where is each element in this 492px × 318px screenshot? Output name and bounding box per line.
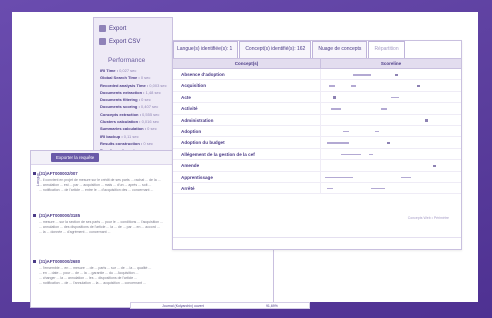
bullet-icon [33, 214, 36, 217]
concepts-tabs: Langue(s) identifiée(s): 1 Concept(s) id… [173, 41, 461, 58]
concept-name[interactable]: Absence d'adoption [173, 69, 321, 80]
stat-row: Concepts extraction : 0,555 sec [100, 111, 160, 117]
table-row[interactable]: Apprentissage [173, 171, 461, 183]
table-row[interactable]: Administration [173, 114, 461, 126]
concepts-footnote[interactable]: Concepts Web • Périmètre [408, 216, 449, 220]
export-label: Export [109, 25, 127, 32]
score-line [321, 137, 461, 147]
tab-distribution[interactable]: Répartition [368, 41, 405, 58]
concept-name[interactable]: Allégement de la gestion de la cef [173, 148, 321, 160]
export-query-button[interactable]: Exporter la requête [51, 153, 100, 162]
export-csv-link[interactable]: Export CSV [94, 35, 172, 48]
table-row[interactable]: Adoption [173, 125, 461, 138]
stat-row: Global Search Time : 0 sec [100, 75, 151, 81]
table-row[interactable]: Acte [173, 91, 461, 104]
concepts-panel: Langue(s) identifiée(s): 1 Concept(s) id… [172, 40, 462, 250]
concept-name[interactable]: Apprentissage [173, 171, 321, 182]
concept-name[interactable]: Amende [173, 160, 321, 171]
concepts-table-header: Concept(s) Scoreline [173, 58, 461, 69]
score-line [321, 183, 461, 193]
score-line [321, 160, 461, 170]
stat-row: Documents scoring : 0,407 sec [100, 104, 159, 110]
document-snippet-line: ... notification ... de ... l'annulation… [39, 281, 146, 285]
concept-name[interactable]: Acte [173, 91, 321, 103]
export-link[interactable]: Export [94, 22, 172, 35]
concept-name[interactable]: Adoption [173, 125, 321, 137]
score-line [321, 115, 461, 125]
stat-row: IRI Time : 0,027 sec [100, 68, 137, 73]
score-line [321, 92, 461, 102]
concept-name[interactable]: Adoption du budget [173, 137, 321, 148]
stat-row: Clusters calculation : 0,016 sec [100, 119, 159, 125]
export-icon [99, 25, 106, 32]
stat-row: Results construction : 0 sec [100, 140, 153, 146]
csv-icon [99, 38, 106, 45]
table-row[interactable]: Adoption du budget [173, 137, 461, 149]
status-left: Journal (Kolyarchiv) ouvert [162, 303, 204, 308]
export-csv-label: Export CSV [109, 38, 141, 45]
tab-languages[interactable]: Langue(s) identifiée(s): 1 [173, 41, 239, 58]
result-document[interactable]: (31)AFT000000/2680 ... l'ensemble ... en… [33, 259, 265, 286]
concept-name[interactable]: Activité [173, 103, 321, 114]
screenshot-frame: Export Export CSV Performance IRI Time :… [0, 0, 492, 318]
table-row[interactable]: Absence d'adoption [173, 69, 461, 81]
stat-row: Recorded analysis Time : 0,003 sec [100, 82, 167, 88]
concepts-pager [173, 237, 461, 249]
table-row[interactable]: Acquisition [173, 80, 461, 92]
concept-name[interactable]: Acquisition [173, 80, 321, 91]
concept-name[interactable]: Arrêté [173, 182, 321, 194]
bullet-icon [33, 260, 36, 263]
score-line [321, 172, 461, 182]
status-right: 91,69% [265, 303, 278, 308]
bullet-icon [33, 172, 36, 175]
status-strip: Journal (Kolyarchiv) ouvert 91,69% [130, 302, 310, 309]
stat-row: Documents extraction : 1,48 sec [100, 89, 161, 95]
tab-concepts[interactable]: Concept(s) identifié(s): 162 [239, 41, 312, 58]
stat-row: IRI backup : 0,11 sec [100, 133, 139, 139]
score-line [321, 69, 461, 79]
score-line [321, 149, 461, 159]
stat-row: Documents filtering : 0 sec [100, 97, 151, 103]
table-row[interactable]: Arrêté [173, 182, 461, 195]
stat-row: Summaries calculation : 0 sec [100, 126, 157, 132]
column-header-concept[interactable]: Concept(s) [173, 59, 321, 68]
tab-concept-cloud[interactable]: Nuage de concepts [312, 41, 368, 58]
performance-title: Performance [108, 57, 146, 64]
concept-name[interactable]: Administration [173, 114, 321, 125]
table-row[interactable]: Allégement de la gestion de la cef [173, 148, 461, 161]
table-row[interactable]: Amende [173, 160, 461, 172]
table-row[interactable]: Activité [173, 103, 461, 115]
concepts-table-body: Absence d'adoption Acquisition Acte Acti… [173, 69, 461, 195]
column-header-score[interactable]: Scoreline [321, 59, 461, 68]
score-line [321, 103, 461, 113]
score-line [321, 80, 461, 90]
score-line [321, 126, 461, 136]
document-id[interactable]: (31)AFT000000/2680 [39, 259, 265, 266]
